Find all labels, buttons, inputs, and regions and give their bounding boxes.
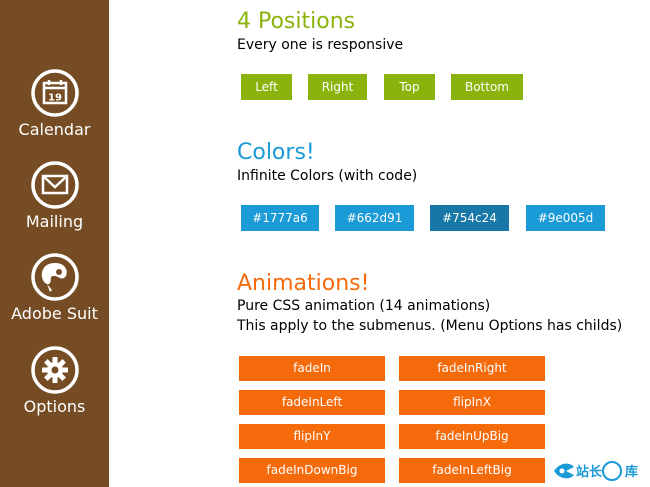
anim-fadeinright-button[interactable]: fadeInRight [399, 356, 545, 381]
anim-fadeindownbig-button[interactable]: fadeInDownBig [239, 458, 385, 483]
svg-text:库: 库 [625, 464, 638, 480]
sidebar-item-label: Mailing [25, 212, 84, 231]
position-right-button[interactable]: Right [308, 74, 367, 100]
position-bottom-button[interactable]: Bottom [451, 74, 523, 100]
gear-icon [31, 346, 79, 394]
positions-title: 4 Positions [237, 9, 356, 34]
colors-subtitle: Infinite Colors (with code) [237, 168, 418, 184]
anim-fadeinupbig-button[interactable]: fadeInUpBig [399, 424, 545, 449]
anim-fadeinleftbig-button[interactable]: fadeInLeftBig [399, 458, 545, 483]
color-9e005d-button[interactable]: #9e005d [526, 205, 605, 231]
calendar-day-badge: 19 [48, 93, 62, 104]
sidebar-item-label: Adobe Suit [11, 304, 98, 323]
watermark-logo: 站长 库 [554, 461, 638, 481]
position-top-button[interactable]: Top [384, 74, 435, 100]
animations-title: Animations! [237, 271, 370, 296]
positions-subtitle: Every one is responsive [237, 37, 404, 53]
mail-icon [31, 161, 79, 209]
position-left-button[interactable]: Left [241, 74, 292, 100]
color-754c24-button[interactable]: #754c24 [430, 205, 509, 231]
animations-subtitle-line1: Pure CSS animation (14 animations) [237, 298, 491, 314]
sidebar-item-label: Calendar [18, 120, 91, 139]
colors-title: Colors! [237, 140, 315, 165]
anim-flipinx-button[interactable]: flipInX [399, 390, 545, 415]
anim-fadeinleft-button[interactable]: fadeInLeft [239, 390, 385, 415]
svg-text:站长: 站长 [576, 464, 603, 480]
color-662d91-button[interactable]: #662d91 [335, 205, 414, 231]
sidebar-item-label: Options [23, 397, 86, 416]
color-1777a6-button[interactable]: #1777a6 [241, 205, 319, 231]
anim-fadein-button[interactable]: fadeIn [239, 356, 385, 381]
calendar-icon: 19 [31, 69, 79, 117]
palette-icon [31, 253, 79, 301]
animations-subtitle-line2: This apply to the submenus. (Menu Option… [237, 318, 623, 334]
sidebar: 19 Calendar Mailing Adobe Suit Options [0, 0, 109, 487]
anim-flipiny-button[interactable]: flipInY [239, 424, 385, 449]
